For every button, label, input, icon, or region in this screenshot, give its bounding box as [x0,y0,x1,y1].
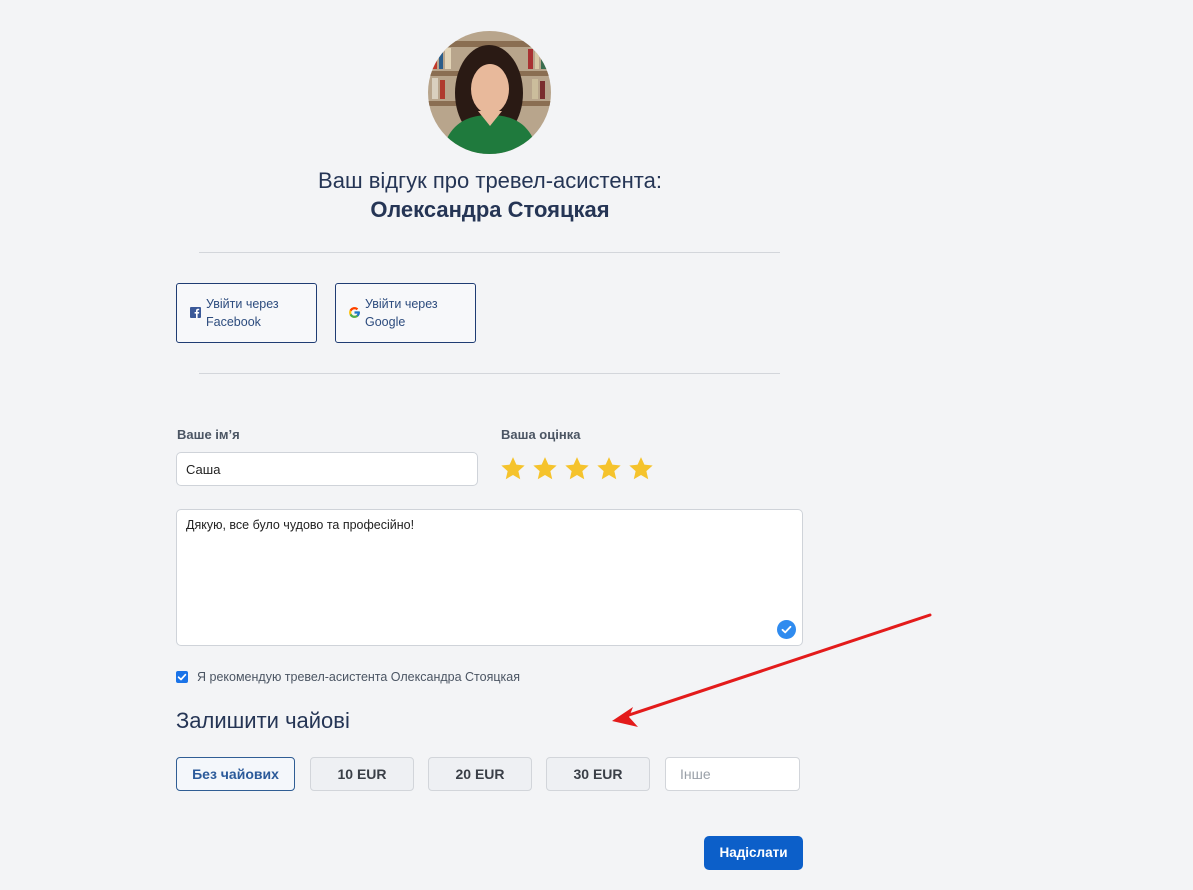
tip-none-button[interactable]: Без чайових [176,757,295,791]
rating-star-icon[interactable] [595,455,627,483]
recommend-label: Я рекомендую тревел-асистента Олександра… [197,670,520,684]
name-label: Ваше ім’я [177,427,240,442]
rating-label: Ваша оцінка [501,427,581,442]
page-title: Ваш відгук про тревел-асистента: [318,168,662,193]
assistant-avatar [428,31,551,154]
recommend-checkbox[interactable] [176,671,188,683]
tip-20-button[interactable]: 20 EUR [428,757,532,791]
facebook-icon [189,306,202,319]
name-input[interactable] [176,452,478,486]
rating-stars [499,455,659,483]
tip-other-input[interactable] [665,757,800,791]
tip-10-button[interactable]: 10 EUR [310,757,414,791]
rating-star-icon[interactable] [627,455,659,483]
divider [199,252,780,253]
avatar-photo [428,31,551,154]
rating-star-icon[interactable] [531,455,563,483]
facebook-login-label: Увійти через Facebook [206,297,279,329]
spellcheck-ok-icon [777,620,796,639]
google-login-label: Увійти через Google [365,297,438,329]
recommend-row: Я рекомендую тревел-асистента Олександра… [176,670,520,684]
submit-button[interactable]: Надіслати [704,836,803,870]
facebook-login-button[interactable]: Увійти через Facebook [176,283,317,343]
divider [199,373,780,374]
tips-heading: Залишити чайові [176,708,350,733]
google-icon [348,306,361,319]
google-login-button[interactable]: Увійти через Google [335,283,476,343]
assistant-name: Олександра Стояцкая [370,197,610,222]
rating-star-icon[interactable] [563,455,595,483]
tip-30-button[interactable]: 30 EUR [546,757,650,791]
review-textarea[interactable]: Дякую, все було чудово та професійно! [176,509,803,646]
rating-star-icon[interactable] [499,455,531,483]
